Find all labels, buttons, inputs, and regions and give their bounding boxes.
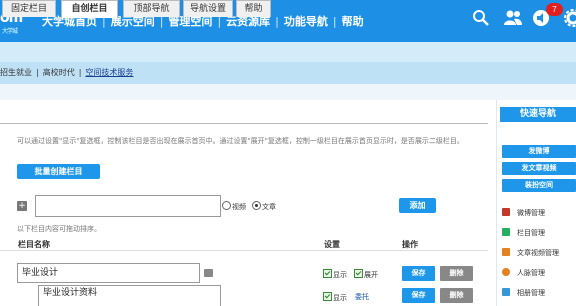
header-settings: 设置 bbox=[324, 240, 340, 249]
radio-text-label: 文章 bbox=[262, 203, 276, 211]
show-checkbox[interactable]: 显示 bbox=[323, 292, 347, 303]
batch-create-button[interactable]: 批量创建栏目 bbox=[17, 164, 100, 179]
checkbox-checked bbox=[323, 269, 332, 278]
delete-button[interactable]: 删除 bbox=[440, 288, 473, 303]
gear-icon[interactable] bbox=[564, 9, 576, 27]
content-gap bbox=[0, 84, 576, 100]
menu-label: 栏目管理 bbox=[517, 229, 545, 237]
breadcrumb: 招生就业 | 高校时代 | 空间技术服务 bbox=[0, 67, 133, 78]
radio-text[interactable]: 文章 bbox=[252, 201, 276, 212]
drag-hint: 以下栏目内容可拖动排序。 bbox=[17, 225, 101, 233]
tab-custom-columns[interactable]: 自创栏目 bbox=[61, 0, 118, 18]
menu-contacts[interactable]: 人脉管理 bbox=[502, 268, 545, 278]
entrust-link[interactable]: 委托 bbox=[355, 292, 369, 302]
nav-separator: | bbox=[332, 15, 337, 28]
show-label: 显示 bbox=[333, 271, 347, 279]
delete-button[interactable]: 删除 bbox=[440, 266, 473, 281]
save-button[interactable]: 保存 bbox=[402, 288, 435, 303]
menu-columns[interactable]: 栏目管理 bbox=[502, 228, 545, 238]
menu-article-video[interactable]: 文章视频管理 bbox=[502, 248, 559, 258]
menu-label: 相册管理 bbox=[517, 289, 545, 297]
subcolumn-icon[interactable] bbox=[204, 269, 213, 277]
tab-fixed-columns[interactable]: 固定栏目 bbox=[2, 0, 56, 17]
tab-help[interactable]: 帮助 bbox=[236, 0, 271, 17]
show-checkbox[interactable]: 显示 bbox=[323, 269, 347, 280]
radio-video[interactable]: 视频 bbox=[222, 201, 246, 212]
tab-nav-settings[interactable]: 导航设置 bbox=[183, 0, 233, 17]
post-weibo-button[interactable]: 发微博 bbox=[502, 145, 576, 158]
subcolumn-name-input[interactable]: 毕业设计资料 bbox=[38, 285, 221, 306]
header-column-name: 栏目名称 bbox=[18, 240, 50, 249]
breadcrumb-link[interactable]: 空间技术服务 bbox=[85, 68, 133, 77]
notification-badge: 7 bbox=[546, 3, 563, 16]
new-column-input[interactable] bbox=[35, 195, 221, 217]
tab-divider bbox=[0, 123, 488, 124]
menu-weibo[interactable]: 微博管理 bbox=[502, 208, 545, 218]
checkbox-checked bbox=[354, 269, 363, 278]
post-article-button[interactable]: 发文章视频 bbox=[502, 162, 576, 175]
expand-label: 展开 bbox=[364, 271, 378, 279]
menu-label: 微博管理 bbox=[517, 209, 545, 217]
menu-album[interactable]: 相册管理 bbox=[502, 288, 545, 298]
album-icon bbox=[502, 288, 510, 296]
breadcrumb-item[interactable]: 高校时代 bbox=[43, 68, 75, 77]
checkbox-checked bbox=[323, 292, 332, 301]
show-label: 显示 bbox=[333, 294, 347, 302]
table-header: 栏目名称 设置 操作 bbox=[0, 236, 488, 251]
logo-sub: 大学城 bbox=[2, 28, 18, 35]
header-band bbox=[0, 42, 576, 62]
radio-dot bbox=[222, 201, 231, 210]
breadcrumb-separator: | bbox=[36, 68, 39, 77]
radio-video-label: 视频 bbox=[232, 203, 246, 211]
breadcrumb-item[interactable]: 招生就业 bbox=[0, 68, 32, 77]
nav-functions[interactable]: 功能导航 bbox=[284, 13, 328, 29]
save-button[interactable]: 保存 bbox=[402, 266, 435, 281]
weibo-icon bbox=[502, 208, 510, 216]
article-icon bbox=[502, 248, 510, 256]
contacts-icon bbox=[502, 268, 510, 276]
plus-icon: + bbox=[17, 201, 27, 211]
menu-label: 文章视频管理 bbox=[517, 249, 559, 257]
radio-dot-checked bbox=[252, 201, 261, 210]
description-text: 可以通过设置"显示"复选框，控制该栏目是否出现在展示首页中。通过设置"展开"复选… bbox=[17, 137, 464, 145]
nav-help[interactable]: 帮助 bbox=[342, 13, 364, 29]
nav-separator: | bbox=[275, 15, 279, 28]
add-button[interactable]: 添加 bbox=[399, 198, 436, 213]
columns-icon bbox=[502, 228, 510, 236]
search-icon[interactable] bbox=[472, 9, 490, 27]
header-actions: 操作 bbox=[402, 240, 418, 249]
decorate-space-button[interactable]: 装扮空间 bbox=[502, 179, 576, 192]
tab-top-nav[interactable]: 顶部导航 bbox=[123, 0, 180, 17]
breadcrumb-separator: | bbox=[78, 68, 82, 77]
column-name-input[interactable]: 毕业设计 bbox=[17, 263, 200, 283]
quick-nav-title: 快速导航 bbox=[500, 107, 576, 122]
menu-label: 人脉管理 bbox=[517, 269, 545, 277]
users-icon[interactable] bbox=[503, 9, 523, 27]
expand-checkbox[interactable]: 展开 bbox=[354, 269, 378, 280]
